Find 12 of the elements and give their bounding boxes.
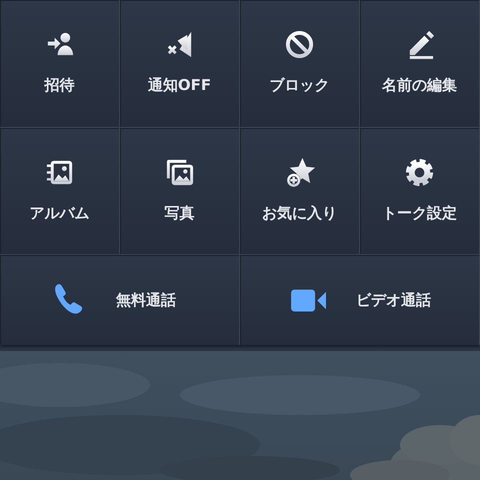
- menu-tile[interactable]: 通知OFF: [120, 0, 240, 128]
- block-icon: [284, 29, 316, 61]
- menu-tile[interactable]: 招待: [0, 0, 120, 128]
- menu-tile[interactable]: ブロック: [240, 0, 360, 128]
- gear-icon: [404, 156, 436, 188]
- menu-tile[interactable]: アルバム: [0, 128, 120, 255]
- call-button[interactable]: 無料通話: [0, 255, 240, 345]
- menu-tile[interactable]: お気に入り: [240, 128, 360, 255]
- menu-tile[interactable]: 写真: [120, 128, 240, 255]
- menu-tile[interactable]: トーク設定: [360, 128, 480, 255]
- call-button[interactable]: ビデオ通話: [240, 255, 480, 345]
- menu-tile[interactable]: 名前の編集: [360, 0, 480, 128]
